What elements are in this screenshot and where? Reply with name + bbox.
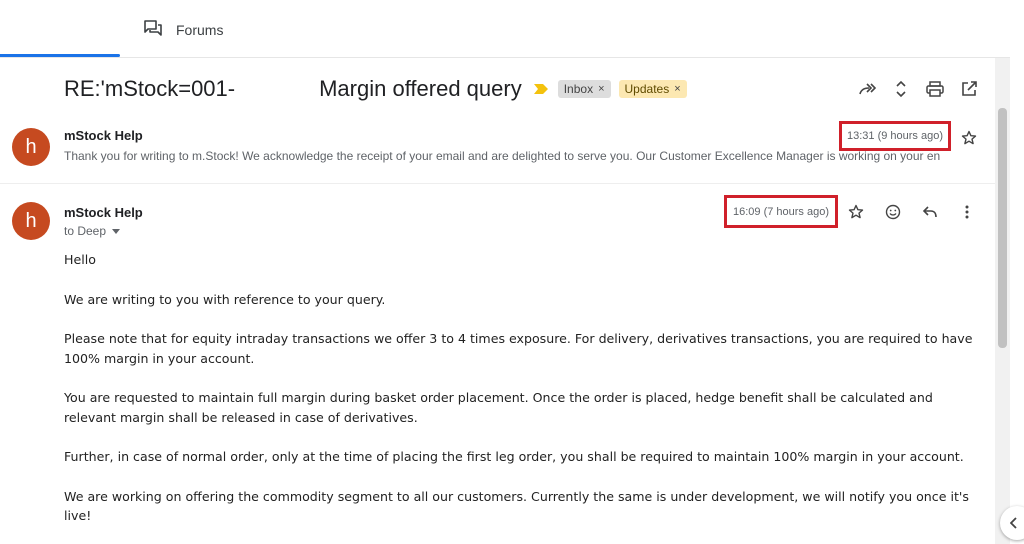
message-time: 16:09 (7 hours ago)	[724, 195, 838, 228]
active-tab-indicator	[0, 54, 120, 57]
avatar: h	[12, 128, 50, 166]
forums-icon	[144, 19, 162, 41]
star-button[interactable]	[846, 202, 866, 222]
print-button[interactable]	[924, 78, 946, 100]
subject-prefix: RE:'mStock=001-	[64, 76, 236, 101]
reply-icon	[922, 206, 937, 218]
recipient-line: to Deep	[64, 224, 107, 238]
body-paragraph: We are writing to you with reference to …	[64, 291, 386, 307]
body-paragraph: You are requested to maintain full margi…	[64, 390, 933, 425]
sender-name: mStock Help	[64, 205, 143, 220]
body-paragraph: Please note that for equity intraday tra…	[64, 331, 973, 366]
print-icon	[926, 81, 944, 97]
label-chip-inbox-text: Inbox	[563, 82, 594, 96]
message-actions	[846, 202, 977, 222]
importance-marker-icon[interactable]	[533, 84, 548, 94]
label-chip-updates[interactable]: Updates ×	[618, 80, 687, 98]
star-button[interactable]	[959, 128, 979, 148]
message-time: 13:31 (9 hours ago)	[839, 121, 951, 151]
more-vert-icon	[965, 205, 969, 219]
star-icon	[961, 130, 977, 145]
vertical-scrollbar[interactable]	[995, 58, 1010, 544]
tab-forums-label: Forums	[176, 22, 224, 38]
body-paragraph: Further, in case of normal order, only a…	[64, 449, 964, 464]
forward-all-button[interactable]	[856, 78, 878, 100]
emoji-icon	[885, 204, 901, 220]
remove-label-updates-button[interactable]: ×	[674, 83, 680, 95]
forward-all-icon	[859, 83, 876, 95]
label-chip-inbox[interactable]: Inbox ×	[557, 80, 611, 98]
expand-all-button[interactable]	[890, 78, 912, 100]
avatar: h	[12, 202, 50, 240]
recipient-details-toggle[interactable]: to Deep	[64, 224, 121, 238]
add-reaction-button[interactable]	[883, 202, 903, 222]
message-collapsed[interactable]: h mStock Help Thank you for writing to m…	[0, 118, 995, 184]
body-greeting: Hello	[64, 252, 96, 267]
chevron-down-icon	[112, 228, 121, 234]
message-snippet: Thank you for writing to m.Stock! We ack…	[64, 149, 941, 163]
star-icon	[848, 204, 864, 219]
chevron-left-icon	[1010, 517, 1017, 529]
sender-name: mStock Help	[64, 128, 143, 143]
top-tab-bar: Forums	[0, 0, 1010, 58]
tab-forums[interactable]: Forums	[144, 19, 223, 41]
open-in-new-window-button[interactable]	[958, 78, 980, 100]
subject-title: Margin offered query	[319, 76, 522, 101]
reply-button[interactable]	[920, 202, 940, 222]
subject-row: RE:'mStock=001- Margin offered query Inb…	[64, 74, 695, 104]
more-options-button[interactable]	[957, 202, 977, 222]
message-expanded: h mStock Help to Deep 16:09 (7 hours ago…	[0, 190, 995, 544]
label-chip-updates-text: Updates	[624, 82, 670, 96]
thread-toolbar	[856, 78, 980, 100]
expand-collapse-icon	[896, 80, 906, 98]
message-body: Hello We are writing to you with referen…	[64, 250, 984, 544]
open-in-new-window-icon	[962, 81, 977, 96]
body-paragraph: We are working on offering the commodity…	[64, 488, 969, 524]
scrollbar-thumb[interactable]	[998, 108, 1007, 348]
remove-label-inbox-button[interactable]: ×	[598, 83, 604, 95]
